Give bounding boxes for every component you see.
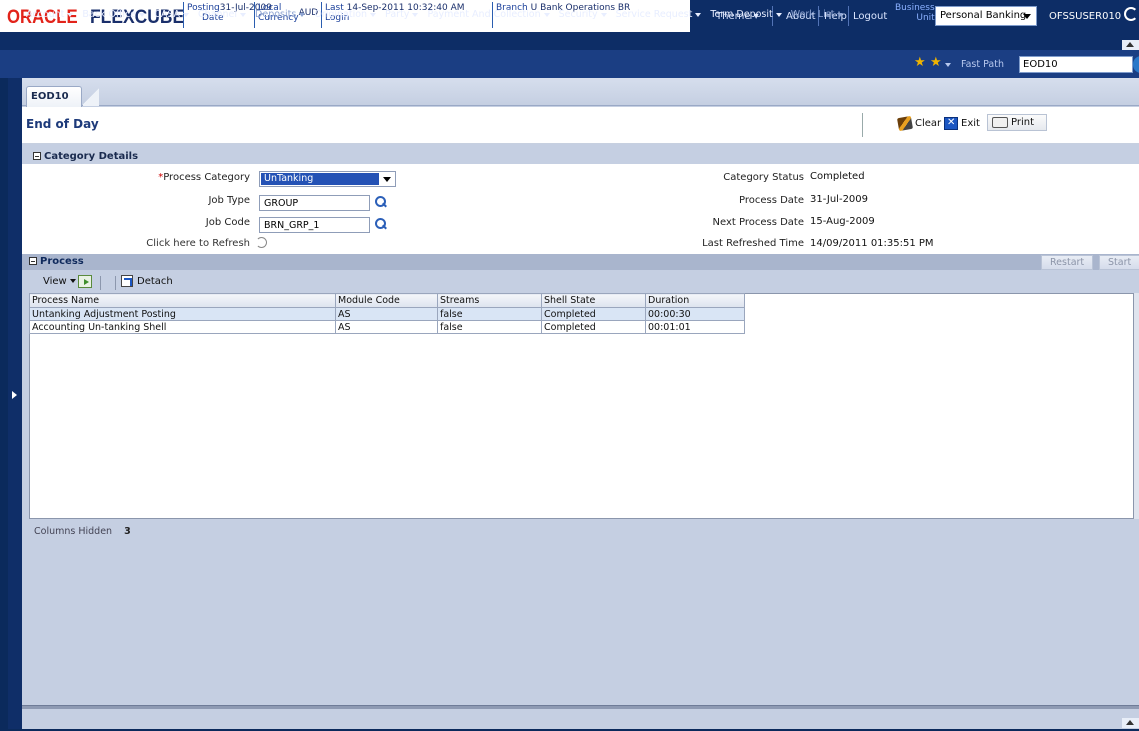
category-details-header[interactable]: Category Details bbox=[29, 149, 1139, 164]
view-menu[interactable]: View bbox=[43, 276, 76, 287]
chevron-down-icon bbox=[1023, 14, 1031, 19]
header-band bbox=[0, 32, 1139, 50]
refresh-link[interactable]: Click here to Refresh bbox=[146, 238, 250, 249]
job-code-field[interactable]: BRN_GRP_1 bbox=[259, 217, 370, 233]
process-section-title[interactable]: Process bbox=[29, 256, 84, 267]
chevron-down-icon bbox=[240, 12, 247, 17]
chevron-down-icon bbox=[412, 12, 419, 17]
main-menu: Account Back Office CASA Channel Deposits Ori… bbox=[26, 9, 852, 20]
chevron-down-icon bbox=[183, 12, 190, 17]
menu-item-channel[interactable]: Channel bbox=[198, 9, 247, 20]
bottom-divider bbox=[22, 705, 1139, 709]
page-title-bar: End of Day Clear Exit Print bbox=[22, 107, 1139, 144]
next-process-date-label: Next Process Date bbox=[712, 217, 805, 228]
chevron-down-icon bbox=[139, 12, 146, 17]
clear-button[interactable]: Clear bbox=[896, 115, 941, 132]
category-status-label: Category Status bbox=[723, 172, 804, 183]
divider bbox=[100, 276, 101, 290]
menu-item-back-office[interactable]: Back Office bbox=[82, 9, 146, 20]
chevron-down-icon bbox=[837, 12, 844, 17]
divider bbox=[115, 276, 116, 290]
chevron-down-icon bbox=[299, 12, 306, 17]
process-header bbox=[22, 254, 1139, 270]
chevron-down-icon bbox=[600, 12, 607, 17]
menu-item-casa[interactable]: CASA bbox=[154, 9, 190, 20]
divider bbox=[862, 113, 863, 137]
fast-path-input[interactable]: EOD10 bbox=[1019, 56, 1133, 73]
tab-eod10[interactable]: EOD10 bbox=[26, 86, 82, 107]
menu-item-deposits[interactable]: Deposits bbox=[255, 9, 306, 20]
process-date-label: Process Date bbox=[738, 195, 804, 206]
menu-item-service-request[interactable]: Service Request bbox=[616, 9, 702, 20]
refresh-icon[interactable] bbox=[256, 237, 267, 248]
menu-item-work-list[interactable]: Work List bbox=[791, 9, 844, 20]
close-icon bbox=[944, 117, 958, 130]
scroll-button[interactable] bbox=[1122, 718, 1139, 728]
scroll-up-button[interactable] bbox=[1122, 40, 1139, 50]
printer-icon bbox=[992, 117, 1008, 128]
search-icon[interactable] bbox=[374, 195, 388, 209]
chevron-down-icon bbox=[67, 12, 74, 17]
collapse-icon bbox=[29, 257, 37, 265]
exit-button[interactable]: Exit bbox=[944, 117, 980, 130]
column-header[interactable]: Module Code bbox=[335, 293, 438, 308]
restart-button[interactable]: Restart bbox=[1041, 255, 1094, 270]
menu-item-account[interactable]: Account bbox=[26, 9, 74, 20]
column-header[interactable]: Streams bbox=[437, 293, 542, 308]
business-unit-label: Business Unit bbox=[895, 3, 935, 23]
columns-hidden-info: Columns Hidden 3 bbox=[34, 526, 131, 537]
menu-item-origination[interactable]: Origination bbox=[314, 9, 377, 20]
favorites-icon[interactable]: ★ bbox=[914, 55, 926, 70]
chevron-down-icon bbox=[383, 177, 391, 182]
export-icon[interactable] bbox=[78, 275, 92, 288]
collapse-icon bbox=[33, 152, 41, 160]
menu-item-security[interactable]: Security bbox=[559, 9, 607, 20]
process-category-select[interactable]: UnTanking bbox=[259, 171, 396, 187]
left-collapse-strip[interactable] bbox=[8, 78, 22, 729]
chevron-down-icon bbox=[775, 12, 782, 17]
job-code-label: Job Code bbox=[205, 217, 250, 228]
tab-strip: EOD10 bbox=[22, 78, 1139, 107]
column-header[interactable]: Process Name bbox=[29, 293, 336, 308]
expand-arrow-icon[interactable] bbox=[12, 391, 17, 399]
table-row[interactable]: Accounting Un-tanking Shell AS false Com… bbox=[29, 320, 745, 334]
last-refreshed-label: Last Refreshed Time bbox=[702, 238, 804, 249]
column-header[interactable]: Duration bbox=[645, 293, 745, 308]
process-table: Process Name Module Code Streams Shell S… bbox=[29, 293, 745, 334]
business-unit-select[interactable]: Personal Banking bbox=[935, 6, 1037, 26]
detach-icon[interactable] bbox=[121, 275, 133, 287]
next-process-date-value: 15-Aug-2009 bbox=[810, 216, 875, 227]
process-date-value: 31-Jul-2009 bbox=[810, 194, 869, 205]
table-row[interactable]: Untanking Adjustment Posting AS false Co… bbox=[29, 307, 745, 321]
star-icon[interactable]: ★ bbox=[930, 55, 942, 70]
chevron-down-icon[interactable] bbox=[945, 63, 951, 67]
fast-path-label: Fast Path bbox=[961, 59, 1004, 70]
tab-corner bbox=[83, 86, 99, 106]
brush-icon bbox=[896, 115, 914, 132]
menu-item-payment-and-collection[interactable]: Payment And Collection bbox=[427, 9, 550, 20]
detach-button[interactable]: Detach bbox=[137, 276, 173, 287]
print-button[interactable]: Print bbox=[987, 114, 1048, 131]
power-icon[interactable] bbox=[1124, 7, 1138, 21]
chevron-down-icon bbox=[370, 12, 377, 17]
user-id: OFSSUSER010 bbox=[1049, 11, 1122, 22]
process-category-label: *Process Category bbox=[158, 172, 250, 183]
last-refreshed-value: 14/09/2011 01:35:51 PM bbox=[810, 238, 934, 249]
category-status-value: Completed bbox=[810, 171, 865, 182]
grid-scrollbar[interactable] bbox=[1134, 293, 1139, 519]
start-button[interactable]: Start bbox=[1099, 255, 1139, 270]
chevron-down-icon bbox=[695, 12, 702, 17]
job-type-label: Job Type bbox=[208, 195, 250, 206]
job-type-field[interactable]: GROUP bbox=[259, 195, 370, 211]
page-title: End of Day bbox=[26, 117, 99, 131]
chevron-down-icon bbox=[543, 12, 550, 17]
search-icon[interactable] bbox=[374, 217, 388, 231]
menu-item-term-deposit[interactable]: Term Deposit bbox=[710, 9, 782, 20]
process-toolbar: View bbox=[29, 273, 1139, 293]
menu-item-party[interactable]: Party bbox=[385, 9, 419, 20]
column-header[interactable]: Shell State bbox=[541, 293, 646, 308]
logout-link[interactable]: Logout bbox=[853, 11, 887, 22]
